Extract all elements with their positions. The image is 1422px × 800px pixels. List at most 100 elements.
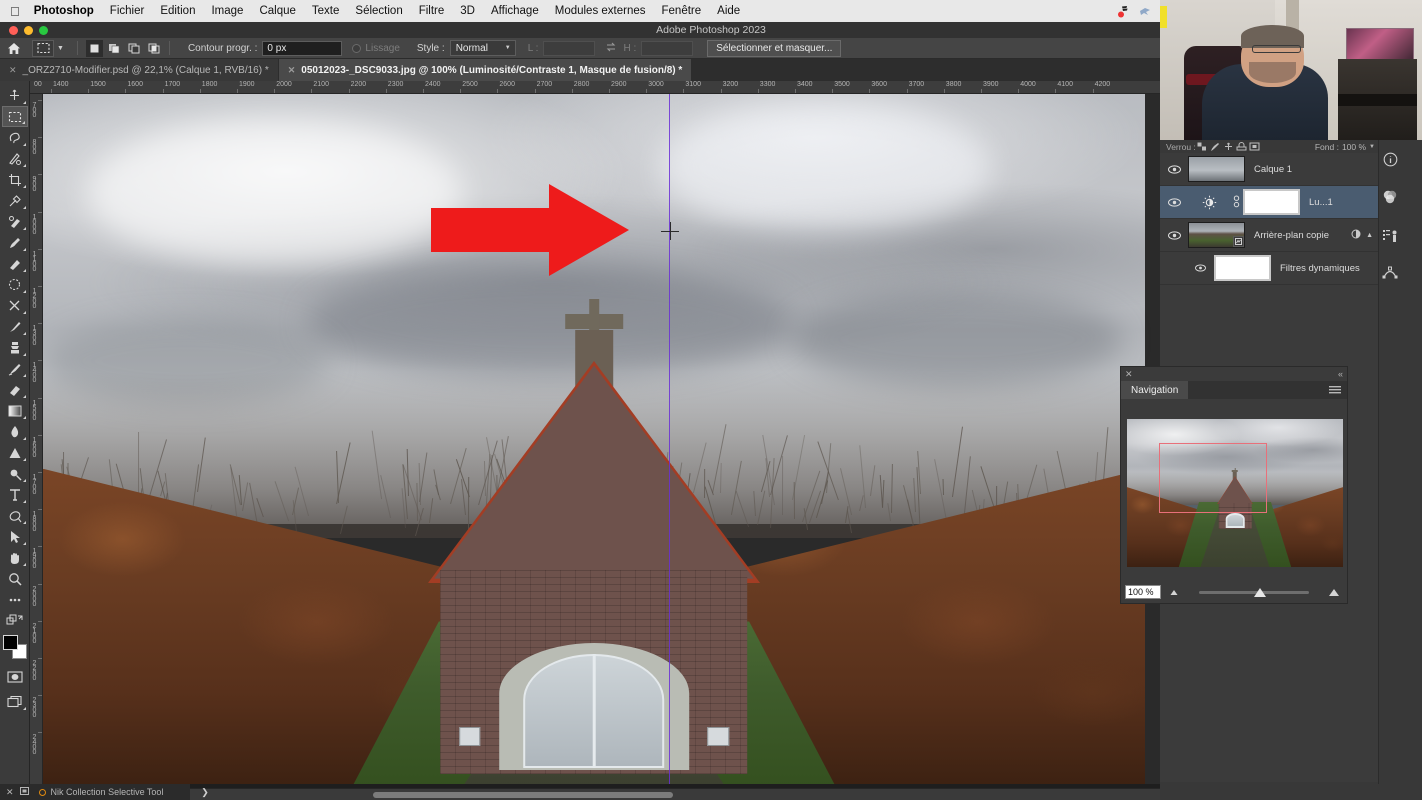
clone-stamp-tool[interactable] <box>2 337 28 358</box>
navigation-thumbnail[interactable] <box>1127 419 1343 567</box>
chevron-up-icon[interactable]: ▲ <box>1366 232 1373 239</box>
layer-name[interactable]: Lu...1 <box>1309 197 1333 208</box>
lasso-tool[interactable] <box>2 127 28 148</box>
link-mask-icon[interactable] <box>1233 195 1240 210</box>
chevron-down-icon[interactable]: ▼ <box>1369 144 1375 150</box>
current-tool-icon[interactable] <box>32 40 54 57</box>
layer-thumbnail[interactable] <box>1188 222 1245 248</box>
brush-tool[interactable] <box>2 232 28 253</box>
menu-aide[interactable]: Aide <box>717 5 740 17</box>
patch-tool[interactable] <box>2 253 28 274</box>
brightness-contrast-adjustment-icon[interactable] <box>1188 195 1230 210</box>
hand-tool[interactable] <box>2 547 28 568</box>
layer-name[interactable]: Arrière-plan copie <box>1254 230 1329 241</box>
zoom-level-input[interactable]: 100 % <box>1125 585 1161 599</box>
layer-visibility-toggle[interactable] <box>1160 165 1188 174</box>
panel-menu-icon[interactable] <box>1329 381 1341 399</box>
color-wheel-icon[interactable] <box>1379 178 1401 216</box>
antialias-checkbox[interactable] <box>352 44 361 53</box>
close-icon[interactable]: ✕ <box>1125 369 1133 380</box>
menu-image[interactable]: Image <box>211 5 243 17</box>
document-tab-2[interactable]: ✕ 05012023-_DSC9033.jpg @ 100% (Luminosi… <box>279 59 692 81</box>
horizontal-ruler[interactable]: 00 1400 1500 1600 1700 1800 1900 2000 2100 2200 2… <box>30 81 1160 94</box>
zoom-in-icon[interactable] <box>1329 589 1339 596</box>
object-selection-tool[interactable] <box>2 148 28 169</box>
color-swatches[interactable] <box>2 634 28 660</box>
pen-tool[interactable] <box>2 463 28 484</box>
menu-edition[interactable]: Edition <box>160 5 195 17</box>
screen-mode-icon[interactable] <box>2 691 28 712</box>
width-input[interactable] <box>543 41 595 56</box>
menu-filtre[interactable]: Filtre <box>419 5 445 17</box>
zoom-slider[interactable] <box>1169 585 1339 599</box>
close-icon[interactable]: ✕ <box>9 65 17 76</box>
intersect-selection-button[interactable] <box>146 40 163 57</box>
menu-3d[interactable]: 3D <box>460 5 475 17</box>
smart-filter-indicator-icon[interactable] <box>1351 229 1361 241</box>
fill-opacity-control[interactable]: Fond : 100 % ▼ <box>1315 142 1375 152</box>
menu-fichier[interactable]: Fichier <box>110 5 145 17</box>
foreground-color-swatch[interactable] <box>3 635 18 650</box>
collapse-panel-icon[interactable]: « <box>1338 369 1343 379</box>
lock-all-icon[interactable] <box>1248 140 1261 153</box>
navigation-panel[interactable]: ✕ « Navigation 100 % <box>1120 366 1348 604</box>
tab-navigation[interactable]: Navigation <box>1121 381 1188 399</box>
vpn-bird-icon[interactable] <box>1134 0 1156 22</box>
close-icon[interactable]: ✕ <box>6 787 14 798</box>
gradient-tool[interactable] <box>2 400 28 421</box>
layer-row-extras[interactable]: ▲ <box>1351 229 1373 241</box>
navigation-view-box[interactable] <box>1159 443 1267 513</box>
scissors-tool[interactable] <box>2 295 28 316</box>
zoom-out-icon[interactable] <box>1171 590 1178 595</box>
layer-thumbnail[interactable] <box>1188 156 1245 182</box>
style-select[interactable]: Normal ▼ <box>450 40 516 56</box>
layer-mask-thumbnail[interactable] <box>1243 189 1300 215</box>
layer-visibility-toggle[interactable] <box>1186 264 1214 272</box>
menu-affichage[interactable]: Affichage <box>491 5 539 17</box>
select-and-mask-button[interactable]: Sélectionner et masquer... <box>707 40 841 57</box>
move-tool[interactable] <box>2 85 28 106</box>
layer-name[interactable]: Calque 1 <box>1254 164 1292 175</box>
paintbrush-tool[interactable] <box>2 316 28 337</box>
direct-selection-tool[interactable] <box>2 526 28 547</box>
spot-healing-brush-tool[interactable] <box>2 211 28 232</box>
edit-toolbar-button[interactable] <box>2 589 28 610</box>
rectangular-marquee-tool[interactable] <box>2 106 28 127</box>
lock-image-pixels-icon[interactable] <box>1209 140 1222 153</box>
path-selection-tool[interactable] <box>2 505 28 526</box>
horizontal-type-tool[interactable] <box>2 484 28 505</box>
vertical-ruler[interactable]: 700 800 900 1000 1100 1200 1300 1400 1500 1600 170… <box>30 94 43 784</box>
crop-tool[interactable] <box>2 169 28 190</box>
height-input[interactable] <box>641 41 693 56</box>
lock-nesting-icon[interactable] <box>1235 140 1248 153</box>
info-panel-icon[interactable] <box>1379 140 1401 178</box>
layer-row-luminosite-contraste[interactable]: Lu...1 <box>1160 186 1378 219</box>
layer-row-arriere-plan-copie[interactable]: Arrière-plan copie ▲ <box>1160 219 1378 252</box>
eraser-tool[interactable] <box>2 379 28 400</box>
restore-icon[interactable] <box>20 787 29 797</box>
layer-row-filtres-dynamiques[interactable]: Filtres dynamiques <box>1160 252 1378 285</box>
dodge-tool[interactable] <box>2 442 28 463</box>
lock-transparent-pixels-icon[interactable] <box>1196 140 1209 153</box>
layer-row-calque-1[interactable]: Calque 1 <box>1160 153 1378 186</box>
elliptical-selection-tool[interactable] <box>2 274 28 295</box>
add-to-selection-button[interactable] <box>106 40 123 57</box>
chevron-right-icon[interactable]: ❯ <box>198 786 212 799</box>
history-brush-tool[interactable] <box>2 358 28 379</box>
quick-mask-icon[interactable] <box>2 666 28 687</box>
home-icon[interactable] <box>0 38 28 59</box>
app-name-menu[interactable]: Photoshop <box>34 5 94 17</box>
smart-filter-mask-thumbnail[interactable] <box>1214 255 1271 281</box>
vertical-guide[interactable] <box>669 94 670 784</box>
paths-icon[interactable] <box>1379 254 1401 292</box>
tool-preset-chevron-down-icon[interactable]: ▼ <box>57 45 64 52</box>
selection-mode-group[interactable] <box>86 40 163 57</box>
layer-name[interactable]: Filtres dynamiques <box>1280 263 1360 274</box>
default-colors-icon[interactable] <box>2 610 28 631</box>
menu-calque[interactable]: Calque <box>259 5 295 17</box>
document-tab-1[interactable]: ✕ _ORZ2710-Modifier.psd @ 22,1% (Calque … <box>0 59 278 81</box>
apple-menu-icon[interactable]:  <box>10 5 20 18</box>
zoom-tool[interactable] <box>2 568 28 589</box>
lock-position-icon[interactable] <box>1222 140 1235 153</box>
layer-visibility-toggle[interactable] <box>1160 198 1188 207</box>
